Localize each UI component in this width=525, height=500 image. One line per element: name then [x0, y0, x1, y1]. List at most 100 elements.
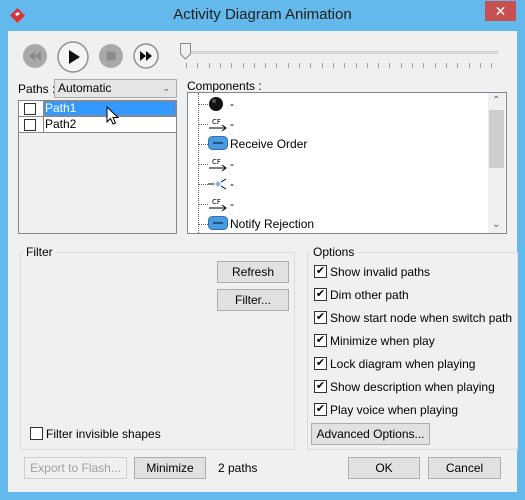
- path-row[interactable]: Path2: [19, 117, 176, 133]
- option-checkbox-row[interactable]: ✔ Lock diagram when playing: [314, 356, 504, 372]
- slider-tick: [231, 63, 233, 68]
- component-label: -: [230, 197, 234, 211]
- tree-connector: [198, 184, 208, 185]
- stop-button[interactable]: [98, 43, 124, 69]
- checkbox[interactable]: ✔: [314, 288, 327, 301]
- initial-node-icon: [208, 96, 230, 112]
- tree-connector: [198, 204, 208, 205]
- paths-mode-value: Automatic: [58, 81, 112, 95]
- component-label: Receive Order: [230, 137, 308, 151]
- svg-text:CF: CF: [212, 158, 221, 166]
- slider-tick: [310, 63, 312, 68]
- chevron-down-icon: ⌄: [162, 83, 170, 93]
- slider-tick: [321, 63, 323, 68]
- component-label: Notify Rejection: [230, 217, 315, 231]
- slider-tick: [423, 63, 425, 68]
- slider-tick: [299, 63, 300, 68]
- close-button[interactable]: ✕: [485, 1, 516, 21]
- export-to-flash-button: Export to Flash...: [24, 457, 127, 479]
- option-label: Minimize when play: [330, 334, 435, 348]
- timeline-slider-thumb[interactable]: [180, 43, 191, 60]
- timeline-slider-track[interactable]: [186, 51, 498, 54]
- ok-button[interactable]: OK: [348, 457, 420, 479]
- slider-tick: [287, 63, 289, 68]
- slider-tick: [253, 63, 255, 68]
- component-label: -: [230, 177, 234, 191]
- slider-tick: [265, 63, 267, 68]
- options-group-title: Options: [311, 245, 357, 259]
- checkbox[interactable]: ✔: [314, 357, 327, 370]
- component-item[interactable]: CF -: [188, 114, 488, 134]
- filter-button[interactable]: Filter...: [217, 289, 289, 311]
- option-checkbox-row[interactable]: ✔ Show start node when switch path: [314, 310, 512, 326]
- component-item[interactable]: Receive Order: [188, 134, 488, 154]
- component-label: -: [230, 97, 234, 111]
- path-checkbox[interactable]: [24, 103, 36, 115]
- component-item[interactable]: Notify Rejection: [188, 214, 488, 233]
- checkbox[interactable]: ✔: [314, 311, 327, 324]
- slider-tick: [366, 63, 368, 68]
- scroll-up-icon[interactable]: ⌃: [492, 95, 500, 106]
- scroll-down-icon[interactable]: ⌄: [492, 219, 500, 230]
- paths-mode-select[interactable]: Automatic ⌄: [54, 79, 177, 98]
- option-label: Lock diagram when playing: [330, 357, 476, 371]
- fast-forward-button[interactable]: [133, 43, 159, 69]
- advanced-options-button[interactable]: Advanced Options...: [311, 423, 430, 445]
- paths-list: Path1 Path2: [18, 100, 177, 234]
- option-checkbox-row[interactable]: ✔ Play voice when playing: [314, 402, 504, 418]
- tree-connector: [198, 224, 208, 225]
- slider-tick: [445, 63, 447, 68]
- minimize-button[interactable]: Minimize: [134, 457, 206, 479]
- play-button[interactable]: [57, 41, 89, 73]
- slider-tick: [344, 63, 346, 68]
- components-scrollbar[interactable]: ⌃ ⌄: [488, 93, 505, 233]
- filter-invisible-checkbox[interactable]: [30, 427, 43, 440]
- path-checkbox[interactable]: [24, 119, 36, 131]
- tree-connector: [198, 144, 208, 145]
- slider-tick: [242, 63, 244, 68]
- slider-tick: [186, 63, 187, 68]
- control-flow-icon: CF: [208, 196, 230, 212]
- slider-tick: [355, 63, 357, 68]
- action-icon: [208, 216, 230, 232]
- mouse-cursor-icon: [106, 106, 119, 125]
- slider-tick: [434, 63, 436, 68]
- slider-tick: [389, 63, 391, 68]
- filter-invisible-label: Filter invisible shapes: [46, 427, 161, 441]
- cancel-button[interactable]: Cancel: [428, 457, 501, 479]
- option-label: Play voice when playing: [330, 403, 459, 417]
- checkbox[interactable]: ✔: [314, 380, 327, 393]
- rewind-button[interactable]: [22, 43, 48, 69]
- path-row[interactable]: Path1: [19, 101, 176, 117]
- option-checkbox-row[interactable]: ✔ Show invalid paths: [314, 264, 504, 280]
- option-checkbox-row[interactable]: ✔ Minimize when play: [314, 333, 504, 349]
- components-label: Components :: [187, 79, 262, 93]
- window-title: Activity Diagram Animation: [173, 6, 352, 23]
- option-label: Dim other path: [330, 288, 409, 302]
- tree-connector: [198, 104, 208, 105]
- component-label: -: [230, 157, 234, 171]
- svg-text:CF: CF: [212, 118, 221, 126]
- slider-tick: [276, 63, 278, 68]
- svg-text:CF: CF: [212, 198, 221, 206]
- checkbox[interactable]: ✔: [314, 334, 327, 347]
- slider-tick: [491, 63, 493, 68]
- component-item[interactable]: -: [188, 94, 488, 114]
- slider-tick: [332, 63, 334, 68]
- slider-tick: [457, 63, 459, 68]
- option-checkbox-row[interactable]: ✔ Show description when playing: [314, 379, 504, 395]
- refresh-button[interactable]: Refresh: [217, 261, 289, 283]
- components-tree: - CF - Receive Order CF - - CF - Notify Rejection: [187, 92, 507, 234]
- component-item[interactable]: CF -: [188, 194, 488, 214]
- action-icon: [208, 136, 230, 152]
- checkbox[interactable]: ✔: [314, 265, 327, 278]
- option-label: Show description when playing: [330, 380, 495, 394]
- scrollbar-thumb[interactable]: [489, 110, 504, 168]
- component-item[interactable]: -: [188, 174, 488, 194]
- control-flow-icon: CF: [208, 156, 230, 172]
- options-group: [307, 252, 518, 450]
- option-checkbox-row[interactable]: ✔ Dim other path: [314, 287, 504, 303]
- paths-label: Paths :: [18, 82, 56, 96]
- component-item[interactable]: CF -: [188, 154, 488, 174]
- checkbox[interactable]: ✔: [314, 403, 327, 416]
